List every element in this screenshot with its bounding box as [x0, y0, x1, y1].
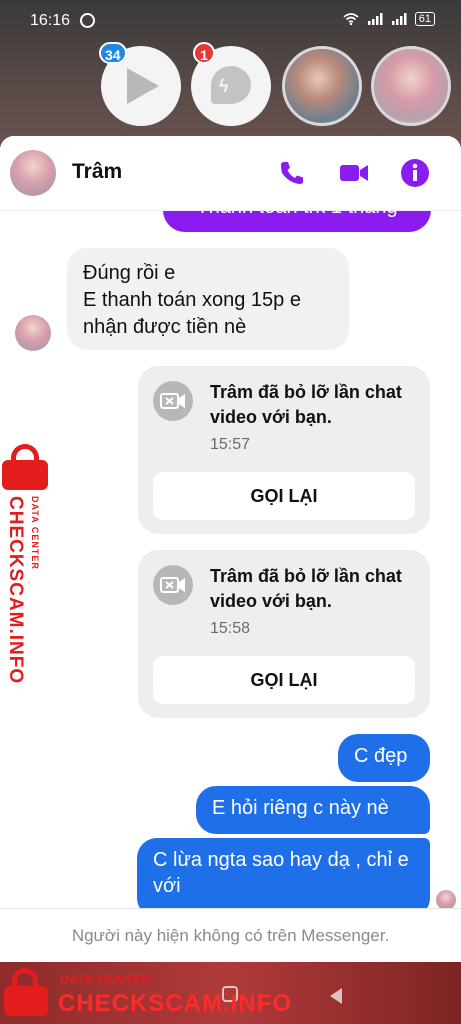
missed-call-card: Trâm đã bỏ lỡ lần chat video với bạn. 15…	[138, 550, 430, 718]
phone-icon[interactable]	[277, 158, 307, 188]
info-icon[interactable]	[400, 158, 430, 188]
chat-head-video[interactable]: 34	[99, 42, 181, 126]
watermark-side: CHECKSCAM.INFO DATA CENTER	[2, 444, 54, 684]
battery-indicator: 61	[414, 12, 435, 26]
signal-icon	[367, 13, 383, 25]
messenger-bolt-icon: ϟ	[219, 76, 229, 96]
messenger-notification-icon	[80, 13, 95, 28]
watermark-tag: DATA CENTER	[30, 496, 40, 570]
unavailable-notice: Người này hiện không có trên Messenger.	[0, 908, 461, 962]
sender-avatar[interactable]	[15, 315, 51, 351]
missed-call-text: Trâm đã bỏ lỡ lần chat video với bạn.	[210, 382, 402, 427]
watermark-brand: CHECKSCAM.INFO	[5, 496, 26, 685]
missed-call-time: 15:58	[210, 620, 251, 637]
status-time: 16:16	[30, 12, 71, 29]
outgoing-message: E hỏi riêng c này nè	[196, 786, 430, 834]
contact-name[interactable]: Trâm	[72, 160, 122, 184]
chat-header: Trâm	[0, 136, 461, 211]
status-bar: 16:16 61	[0, 0, 461, 44]
status-icons: 61	[343, 12, 435, 26]
missed-call-time: 15:57	[210, 436, 251, 453]
missed-video-call-icon	[153, 381, 193, 421]
back-nav-icon[interactable]	[330, 988, 342, 1004]
play-icon	[127, 68, 159, 104]
video-unread-badge: 34	[99, 42, 127, 64]
chat-head-messenger[interactable]: ϟ 1	[191, 42, 271, 126]
chat-head-contact-1[interactable]	[282, 46, 362, 126]
missed-call-text: Trâm đã bỏ lỡ lần chat video với bạn.	[210, 566, 402, 611]
chat-head-contact-2[interactable]	[371, 46, 451, 126]
incoming-message-text: Đúng rồi e E thanh toán xong 15p e nhận …	[83, 262, 301, 338]
lock-body-icon	[2, 460, 48, 490]
signal-icon-2	[391, 13, 407, 25]
video-call-icon[interactable]	[339, 158, 369, 188]
messenger-icon	[211, 66, 251, 104]
watermark-bottom: DATA CENTER CHECKSCAM.INFO	[2, 966, 302, 1022]
messenger-unread-badge: 1	[193, 42, 215, 64]
chat-heads-row: 34 ϟ 1	[0, 42, 461, 126]
seen-avatar	[436, 890, 456, 910]
incoming-message: Đúng rồi e E thanh toán xong 15p e nhận …	[67, 248, 349, 350]
missed-video-call-icon	[153, 565, 193, 605]
lock-body-icon	[4, 986, 48, 1016]
watermark-tag: DATA CENTER	[60, 972, 151, 987]
missed-call-card: Trâm đã bỏ lỡ lần chat video với bạn. 15…	[138, 366, 430, 534]
contact-avatar[interactable]	[10, 150, 56, 196]
outgoing-message: C đẹp	[338, 734, 430, 782]
outgoing-message: C lừa ngta sao hay dạ , chỉ e với	[137, 838, 430, 918]
watermark-brand: CHECKSCAM.INFO	[58, 990, 292, 1017]
call-back-button[interactable]: GỌI LẠI	[153, 472, 415, 520]
wifi-icon	[343, 13, 359, 25]
call-back-button[interactable]: GỌI LẠI	[153, 656, 415, 704]
chat-panel: Trâm Thanh toán trk 1 tháng Đúng rồi e E…	[0, 136, 461, 962]
